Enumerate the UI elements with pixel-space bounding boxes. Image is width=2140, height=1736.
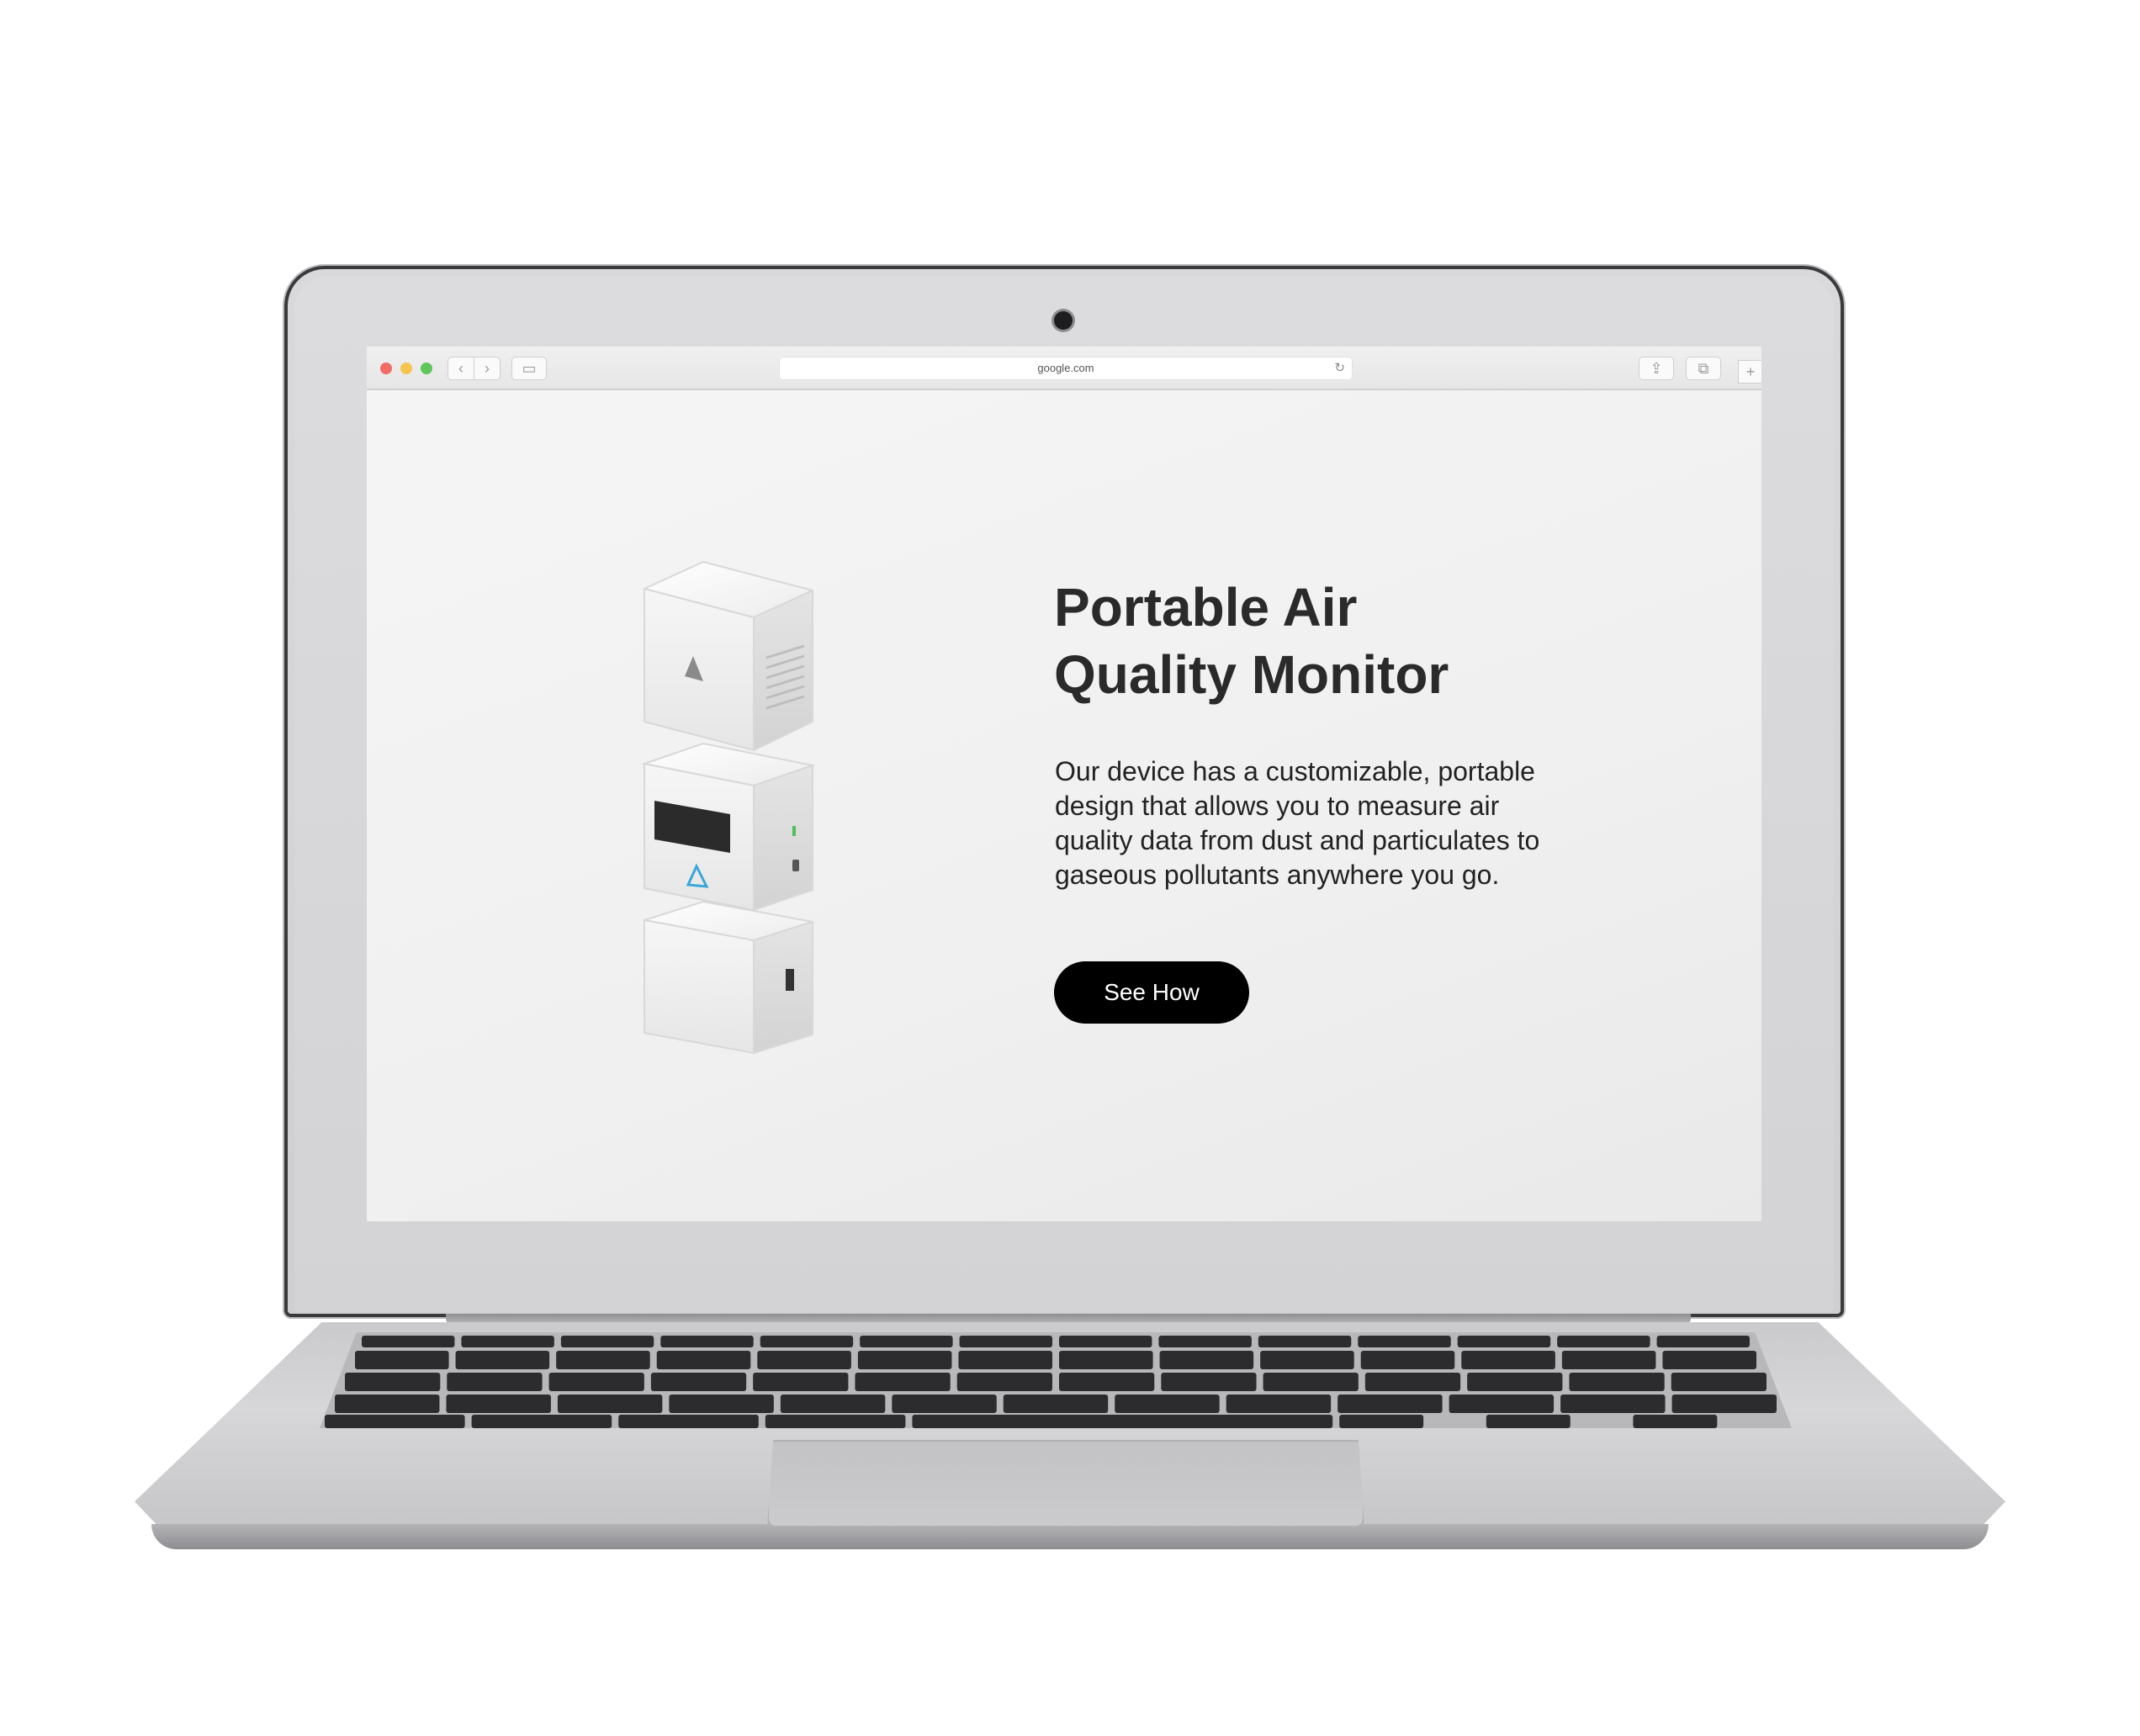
- key: [461, 1336, 554, 1347]
- sensor-module-top: [644, 561, 813, 751]
- key: [335, 1395, 440, 1413]
- key: [958, 1351, 1052, 1369]
- display-module: [641, 742, 816, 912]
- address-url: google.com: [1037, 362, 1094, 374]
- key: [1467, 1373, 1563, 1391]
- key: [471, 1415, 612, 1428]
- zoom-window-button[interactable]: [421, 363, 432, 374]
- trackpad: [767, 1440, 1364, 1527]
- key: [355, 1351, 449, 1369]
- key: [1358, 1336, 1451, 1347]
- page-title: Portable Air Quality Monitor: [1054, 574, 1643, 708]
- key: [345, 1373, 441, 1391]
- key: [1449, 1395, 1555, 1413]
- key: [1561, 1351, 1656, 1369]
- key: [1457, 1336, 1551, 1347]
- reload-icon[interactable]: ↻: [1334, 357, 1345, 379]
- see-how-button[interactable]: See How: [1054, 961, 1249, 1024]
- sidebar-icon[interactable]: ▭: [511, 357, 547, 380]
- key: [1560, 1395, 1666, 1413]
- keyboard: [320, 1332, 1792, 1428]
- key: [650, 1373, 747, 1391]
- key: [1158, 1336, 1252, 1347]
- forward-icon[interactable]: ›: [474, 357, 501, 380]
- key: [780, 1395, 886, 1413]
- key: [660, 1336, 754, 1347]
- key: [1161, 1373, 1257, 1391]
- key: [618, 1415, 759, 1428]
- key: [1115, 1395, 1220, 1413]
- key: [1633, 1415, 1718, 1428]
- key: [1656, 1336, 1750, 1347]
- key: [959, 1336, 1052, 1347]
- key: [1569, 1373, 1665, 1391]
- key: [857, 1351, 952, 1369]
- key: [447, 1373, 543, 1391]
- key: [1258, 1336, 1352, 1347]
- product-image: [641, 561, 816, 1055]
- close-window-button[interactable]: [380, 363, 392, 374]
- key: [455, 1351, 550, 1369]
- key: [325, 1415, 465, 1428]
- laptop-front-edge: [151, 1524, 1989, 1549]
- key: [560, 1336, 654, 1347]
- key: [1364, 1373, 1461, 1391]
- key: [1671, 1395, 1777, 1413]
- key: [362, 1336, 455, 1347]
- key: [1338, 1395, 1443, 1413]
- key: [1003, 1395, 1109, 1413]
- key: [556, 1351, 650, 1369]
- share-icon[interactable]: ⇪: [1639, 357, 1674, 380]
- minimize-window-button[interactable]: [400, 363, 412, 374]
- key: [760, 1336, 854, 1347]
- key: [1059, 1336, 1152, 1347]
- key: [956, 1373, 1052, 1391]
- title-line-1: Portable Air: [1054, 577, 1358, 638]
- key: [860, 1336, 953, 1347]
- tabs-overview-icon[interactable]: ⧉: [1686, 357, 1721, 380]
- key: [1461, 1351, 1555, 1369]
- key: [1159, 1351, 1254, 1369]
- key: [656, 1351, 751, 1369]
- new-tab-icon[interactable]: +: [1738, 360, 1761, 384]
- key: [1059, 1373, 1155, 1391]
- key: [757, 1351, 851, 1369]
- address-bar[interactable]: google.com ↻: [779, 357, 1353, 380]
- product-description: Our device has a customizable, portable …: [1055, 756, 1540, 890]
- browser-window: ‹ › ▭ google.com ↻ ⇪ ⧉ + Portable Air Qu…: [367, 347, 1761, 1221]
- keyboard-keys: [325, 1336, 1777, 1428]
- key: [855, 1373, 951, 1391]
- key: [446, 1395, 551, 1413]
- key: [765, 1415, 906, 1428]
- key: [548, 1373, 644, 1391]
- key: [1339, 1415, 1424, 1428]
- browser-toolbar: ‹ › ▭ google.com ↻ ⇪ ⧉ +: [367, 347, 1761, 390]
- key: [1557, 1336, 1650, 1347]
- back-icon[interactable]: ‹: [448, 357, 474, 380]
- key: [912, 1415, 1333, 1428]
- key: [1226, 1395, 1332, 1413]
- key: [1260, 1351, 1354, 1369]
- webcam: [1054, 311, 1073, 330]
- key: [1360, 1351, 1455, 1369]
- title-line-2: Quality Monitor: [1054, 644, 1449, 705]
- key: [753, 1373, 849, 1391]
- battery-module: [644, 900, 813, 1055]
- key: [1059, 1351, 1153, 1369]
- key: [892, 1395, 997, 1413]
- key: [669, 1395, 774, 1413]
- key: [1263, 1373, 1359, 1391]
- key: [557, 1395, 663, 1413]
- key: [1662, 1351, 1756, 1369]
- key: [1486, 1415, 1571, 1428]
- key: [1671, 1373, 1767, 1391]
